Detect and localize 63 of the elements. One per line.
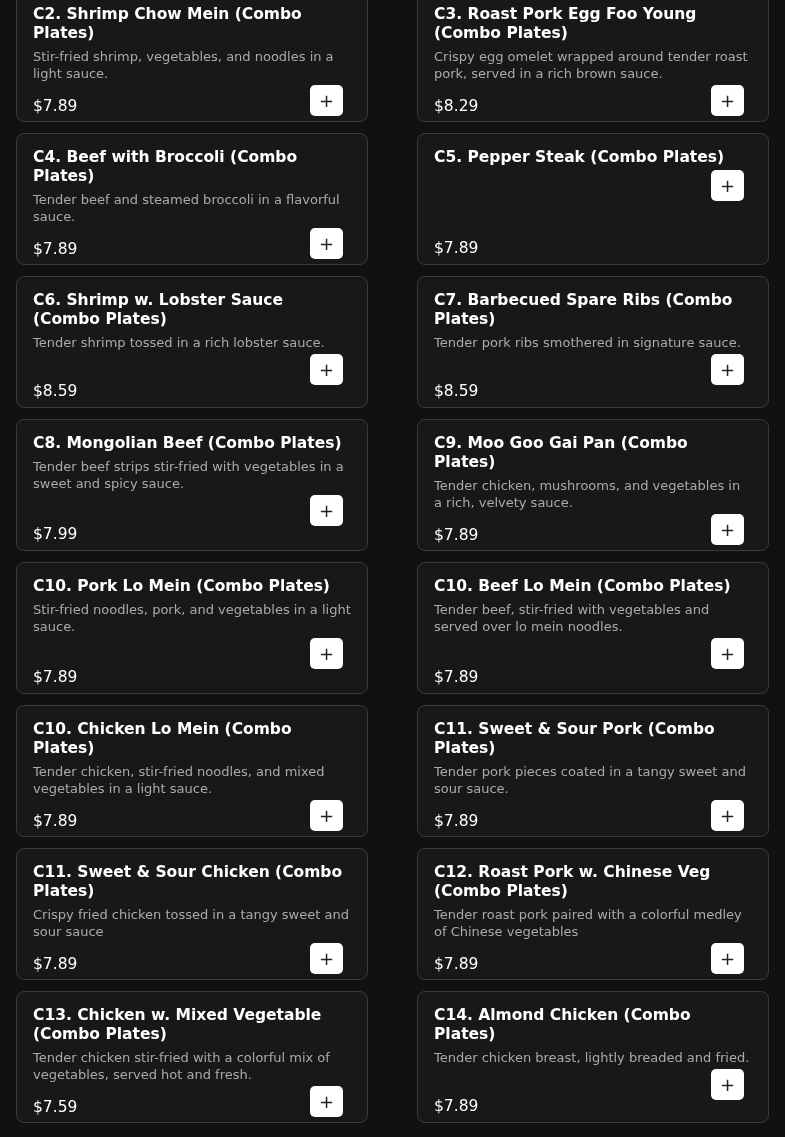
- add-button[interactable]: +: [711, 943, 744, 974]
- item-price: $7.89: [434, 526, 479, 545]
- add-button[interactable]: +: [310, 943, 343, 974]
- item-name: C10. Pork Lo Mein (Combo Plates): [33, 577, 331, 596]
- item-description: Crispy fried chicken tossed in a tangy sweet and sour sauce: [33, 906, 350, 940]
- item-price: $7.89: [33, 97, 78, 116]
- add-button[interactable]: +: [711, 638, 744, 669]
- add-button[interactable]: +: [711, 354, 744, 385]
- add-button[interactable]: +: [310, 354, 343, 385]
- item-price: $7.89: [434, 668, 479, 687]
- add-button[interactable]: +: [711, 514, 744, 545]
- item-price: $7.89: [434, 1097, 479, 1116]
- add-button[interactable]: +: [310, 495, 343, 526]
- item-name: C2. Shrimp Chow Mein (Combo Plates): [33, 5, 303, 43]
- item-description: Tender shrimp tossed in a rich lobster sauce.: [33, 334, 326, 351]
- item-description: Stir-fried shrimp, vegetables, and noodles in a light sauce.: [33, 48, 335, 82]
- add-button[interactable]: +: [711, 170, 744, 201]
- item-name: C11. Sweet & Sour Pork (Combo Plates): [434, 720, 716, 758]
- add-button[interactable]: +: [711, 800, 744, 831]
- item-name: C10. Chicken Lo Mein (Combo Plates): [33, 720, 293, 758]
- item-name: C6. Shrimp w. Lobster Sauce (Combo Plates): [33, 291, 285, 329]
- item-description: Tender beef and steamed broccoli in a flavorful sauce.: [33, 191, 341, 225]
- item-name: C14. Almond Chicken (Combo Plates): [434, 1006, 692, 1044]
- item-name: C9. Moo Goo Gai Pan (Combo Plates): [434, 434, 689, 472]
- item-name: C7. Barbecued Spare Ribs (Combo Plates): [434, 291, 734, 329]
- add-button[interactable]: +: [711, 1069, 744, 1100]
- item-price: $8.29: [434, 97, 479, 116]
- item-name: C5. Pepper Steak (Combo Plates): [434, 148, 726, 167]
- add-button[interactable]: +: [310, 638, 343, 669]
- item-description: Tender pork pieces coated in a tangy sweet and sour sauce.: [434, 763, 747, 797]
- item-description: Tender chicken stir-fried with a colorful mix of vegetables, served hot and fresh.: [33, 1049, 331, 1083]
- item-description: Tender beef, stir-fried with vegetables and served over lo mein noodles.: [434, 601, 711, 635]
- add-button[interactable]: +: [711, 85, 744, 116]
- item-description: Crispy egg omelet wrapped around tender roast pork, served in a rich brown sauce.: [434, 48, 749, 82]
- item-price: $8.59: [33, 382, 78, 401]
- item-price: $7.89: [33, 240, 78, 259]
- item-price: $7.89: [434, 955, 479, 974]
- item-description: Tender chicken, stir-fried noodles, and mixed vegetables in a light sauce.: [33, 763, 326, 797]
- item-name: C11. Sweet & Sour Chicken (Combo Plates): [33, 863, 344, 901]
- add-button[interactable]: +: [310, 800, 343, 831]
- item-name: C8. Mongolian Beef (Combo Plates): [33, 434, 343, 453]
- item-price: $7.89: [434, 812, 479, 831]
- add-button[interactable]: +: [310, 1086, 343, 1117]
- item-price: $7.89: [434, 239, 479, 258]
- add-button[interactable]: +: [310, 228, 343, 259]
- item-description: Tender pork ribs smothered in signature sauce.: [434, 334, 742, 351]
- item-price: $7.89: [33, 955, 78, 974]
- add-button[interactable]: +: [310, 85, 343, 116]
- item-price: $7.89: [33, 668, 78, 687]
- item-price: $7.59: [33, 1098, 78, 1117]
- item-description: Tender beef strips stir-fried with vegetables in a sweet and spicy sauce.: [33, 458, 345, 492]
- item-description: Tender roast pork paired with a colorful medley of Chinese vegetables: [434, 906, 743, 940]
- item-price: $8.59: [434, 382, 479, 401]
- item-name: C12. Roast Pork w. Chinese Veg (Combo Plates): [434, 863, 712, 901]
- item-description: Tender chicken breast, lightly breaded and fried.: [434, 1049, 751, 1066]
- item-name: C3. Roast Pork Egg Foo Young (Combo Plates): [434, 5, 698, 43]
- item-name: C13. Chicken w. Mixed Vegetable (Combo Plates): [33, 1006, 323, 1044]
- item-description: Tender chicken, mushrooms, and vegetables in a rich, velvety sauce.: [434, 477, 742, 511]
- item-name: C4. Beef with Broccoli (Combo Plates): [33, 148, 299, 186]
- item-price: $7.99: [33, 525, 78, 544]
- item-price: $7.89: [33, 812, 78, 831]
- item-name: C10. Beef Lo Mein (Combo Plates): [434, 577, 732, 596]
- item-description: Stir-fried noodles, pork, and vegetables in a light sauce.: [33, 601, 351, 635]
